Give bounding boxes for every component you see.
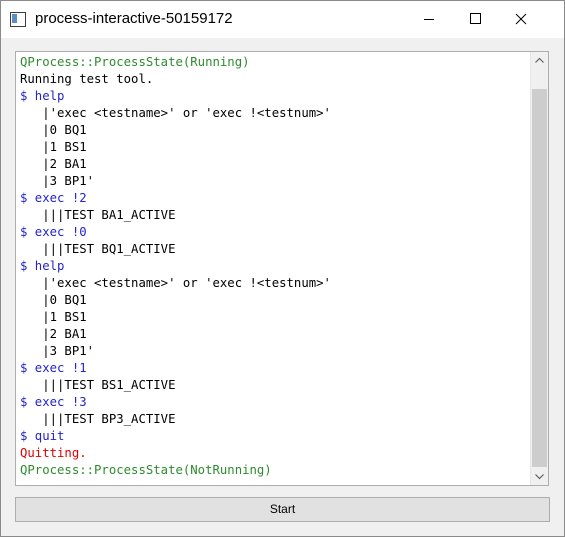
console-line: $ exec !3 (20, 395, 87, 409)
minimize-button[interactable] (406, 1, 452, 38)
console-line: Quitting. (20, 446, 87, 460)
console-line: |3 BP1' (20, 344, 95, 358)
console-line: |0 BQ1 (20, 123, 87, 137)
console-line: |1 BS1 (20, 310, 87, 324)
title-bar[interactable]: process-interactive-50159172 (1, 1, 564, 38)
console-line: $ exec !1 (20, 361, 87, 375)
console-line: $ help (20, 89, 65, 103)
start-button[interactable]: Start (15, 497, 550, 522)
console-line: |1 BS1 (20, 140, 87, 154)
console-line: $ exec !0 (20, 225, 87, 239)
close-button[interactable] (498, 1, 544, 38)
chevron-up-icon (535, 57, 544, 63)
chevron-down-icon (535, 474, 544, 480)
console-line: |'exec <testname>' or 'exec !<testnum>' (20, 276, 331, 290)
close-icon (515, 13, 527, 25)
console-line: |||TEST BP3_ACTIVE (20, 412, 176, 426)
vertical-scrollbar[interactable] (530, 52, 548, 485)
app-icon (10, 12, 26, 27)
maximize-button[interactable] (452, 1, 498, 38)
console-line: Running test tool. (20, 72, 154, 86)
console-line: |0 BQ1 (20, 293, 87, 307)
maximize-icon (470, 13, 481, 24)
console-line: $ help (20, 259, 65, 273)
app-window: process-interactive-50159172 QProcess::P… (0, 0, 565, 537)
console-line: |2 BA1 (20, 157, 87, 171)
console-line: $ exec !2 (20, 191, 87, 205)
console-line: $ quit (20, 429, 65, 443)
console-line: |||TEST BS1_ACTIVE (20, 378, 176, 392)
scrollbar-thumb[interactable] (532, 89, 547, 467)
console-line: QProcess::ProcessState(Running) (20, 55, 250, 69)
console-line: |||TEST BA1_ACTIVE (20, 208, 176, 222)
console-line: |||TEST BQ1_ACTIVE (20, 242, 176, 256)
minimize-icon (424, 19, 434, 20)
console-line: |3 BP1' (20, 174, 95, 188)
window-title: process-interactive-50159172 (35, 10, 233, 27)
console-line: QProcess::ProcessState(NotRunning) (20, 463, 272, 477)
console-line: |2 BA1 (20, 327, 87, 341)
console-line: |'exec <testname>' or 'exec !<testnum>' (20, 106, 331, 120)
scroll-down-button[interactable] (531, 468, 548, 485)
console-output[interactable]: QProcess::ProcessState(Running)Running t… (15, 51, 549, 486)
console-log: QProcess::ProcessState(Running)Running t… (20, 54, 331, 479)
scroll-up-button[interactable] (531, 52, 548, 69)
